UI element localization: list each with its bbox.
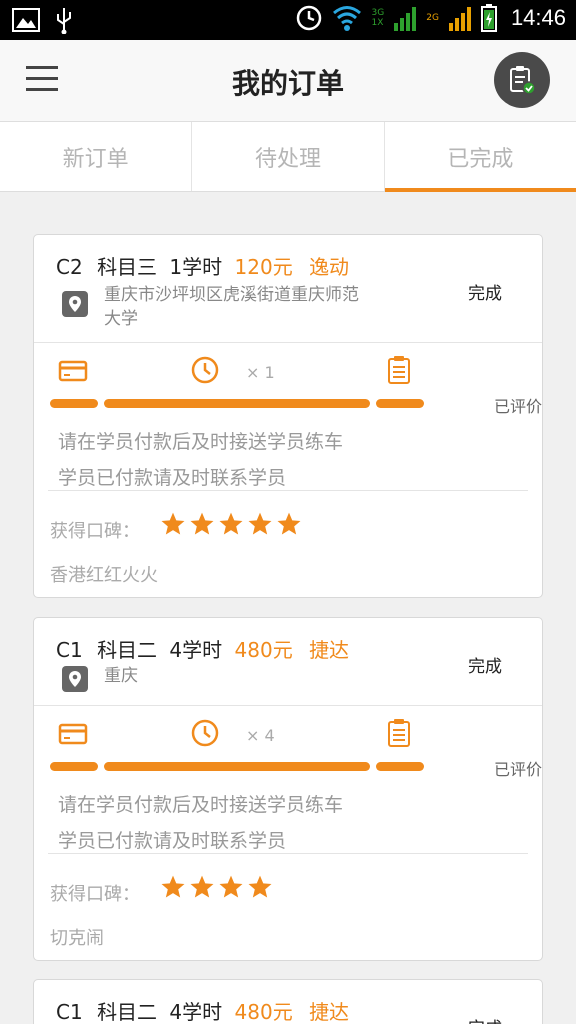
- wifi-icon: [332, 6, 361, 31]
- location-pin-icon: [62, 291, 88, 317]
- order-status: 完成: [468, 284, 502, 304]
- lesson-count: × 1: [246, 363, 275, 382]
- tab-new-orders[interactable]: 新订单: [0, 122, 193, 191]
- network-2g-label: 2G: [426, 13, 439, 23]
- clipboard-check-button[interactable]: [494, 52, 550, 108]
- star-icon: [219, 512, 243, 535]
- gallery-icon: [12, 8, 40, 32]
- hours: 4学时: [169, 638, 223, 662]
- order-note: 学员已付款请及时联系学员: [58, 830, 287, 852]
- progress-segment: [50, 399, 98, 408]
- star-icon: [190, 512, 214, 535]
- progress-segment: [50, 762, 98, 771]
- order-progress: × 1 已评价 请在学员付款后及时接送学员练车 学员已付款请及时联系学员: [48, 343, 542, 491]
- order-summary: C1 科目二 4学时 480元 捷达: [56, 634, 349, 663]
- lesson-count: × 4: [246, 726, 275, 745]
- order-card[interactable]: C1 科目二 4学时 480元 捷达 完成 重庆 × 4 已评价 请在学员付款后…: [33, 617, 543, 961]
- star-icon: [219, 875, 243, 898]
- review-status: 已评价: [493, 397, 542, 416]
- star-icon: [248, 512, 272, 535]
- star-icon: [161, 875, 185, 898]
- order-tabs: 新订单 待处理 已完成: [0, 122, 576, 192]
- star-icon: [277, 512, 301, 535]
- address-line: 重庆: [104, 666, 138, 686]
- alarm-icon: [296, 5, 321, 31]
- order-status: 完成: [468, 1014, 502, 1024]
- progress-segment: [376, 399, 424, 408]
- review-status: 已评价: [493, 760, 542, 779]
- order-note: 学员已付款请及时联系学员: [58, 467, 287, 489]
- signal-2-icon: [448, 5, 471, 31]
- order-note: 请在学员付款后及时接送学员练车: [58, 431, 344, 453]
- license-type: C2: [56, 255, 83, 279]
- progress-segment: [376, 762, 424, 771]
- progress-segment: [104, 399, 370, 408]
- clock-time: 14:46: [510, 5, 566, 30]
- hours: 1学时: [169, 255, 223, 279]
- star-icon: [248, 875, 272, 898]
- order-card[interactable]: C2 科目三 1学时 120元 逸动 完成 重庆市沙坪坝区虎溪街道重庆师范 大学…: [33, 234, 543, 598]
- network-type-labels: 3G 1X: [372, 8, 385, 28]
- usb-icon: [57, 8, 71, 34]
- battery-icon: [480, 4, 497, 32]
- clipboard-icon: [388, 356, 410, 384]
- order-card-header: C1 科目二 4学时 480元 捷达 完成 重庆: [34, 618, 542, 706]
- star-icon: [161, 512, 185, 535]
- subject: 科目二: [97, 638, 158, 662]
- payment-card-icon: [58, 360, 88, 382]
- school-name: 逸动: [309, 255, 350, 279]
- payment-card-icon: [58, 723, 88, 745]
- subject: 科目三: [97, 255, 158, 279]
- progress-segment: [104, 762, 370, 771]
- license-type: C1: [56, 1000, 83, 1024]
- address-line: 重庆市沙坪坝区虎溪街道重庆师范: [104, 285, 359, 305]
- star-icon: [190, 875, 214, 898]
- address: 重庆: [104, 664, 424, 688]
- order-card-footer: 获得口碑： 香港红红火火: [34, 491, 542, 597]
- location-pin-icon: [62, 666, 88, 692]
- network-3g-label: 3G: [371, 8, 385, 18]
- school-name: 捷达: [309, 1000, 350, 1024]
- app-bar: 我的订单: [0, 40, 576, 122]
- order-note: 请在学员付款后及时接送学员练车: [58, 794, 344, 816]
- clock-icon: [191, 719, 219, 747]
- clipboard-icon: [388, 719, 410, 747]
- order-summary: C1 科目二 4学时 480元 捷达: [56, 996, 349, 1024]
- tab-completed[interactable]: 已完成: [384, 122, 576, 192]
- school-name: 捷达: [309, 638, 350, 662]
- subject: 科目二: [97, 1000, 158, 1024]
- signal-icon: [394, 5, 417, 31]
- reputation-label: 获得口碑：: [50, 884, 140, 905]
- reputation-label: 获得口碑：: [50, 521, 140, 542]
- tab-pending[interactable]: 待处理: [192, 122, 385, 191]
- clipboard-check-icon: [510, 66, 536, 95]
- network-1x-label: 1X: [371, 18, 384, 28]
- order-status: 完成: [468, 657, 502, 677]
- address: 重庆市沙坪坝区虎溪街道重庆师范 大学: [104, 283, 424, 331]
- order-progress: × 4 已评价 请在学员付款后及时接送学员练车 学员已付款请及时联系学员: [48, 706, 542, 854]
- rating-stars: [160, 511, 302, 537]
- price: 120元: [234, 255, 293, 279]
- hours: 4学时: [169, 1000, 223, 1024]
- price: 480元: [234, 1000, 293, 1024]
- address-line: 大学: [104, 309, 138, 329]
- student-nickname: 香港红红火火: [50, 565, 158, 586]
- status-bar: 3G 1X 2G 14:46: [0, 0, 576, 40]
- order-card-footer: 获得口碑： 切克闹: [34, 854, 542, 960]
- clock-icon: [191, 356, 219, 384]
- price: 480元: [234, 638, 293, 662]
- order-summary: C2 科目三 1学时 120元 逸动: [56, 251, 349, 280]
- network-2g-label-wrap: 2G: [426, 13, 439, 23]
- order-card[interactable]: C1 科目二 4学时 480元 捷达 完成: [33, 979, 543, 1024]
- student-nickname: 切克闹: [50, 928, 104, 949]
- order-card-header: C2 科目三 1学时 120元 逸动 完成 重庆市沙坪坝区虎溪街道重庆师范 大学: [34, 235, 542, 343]
- page-title: 我的订单: [231, 67, 344, 100]
- rating-stars: [160, 874, 273, 900]
- license-type: C1: [56, 638, 83, 662]
